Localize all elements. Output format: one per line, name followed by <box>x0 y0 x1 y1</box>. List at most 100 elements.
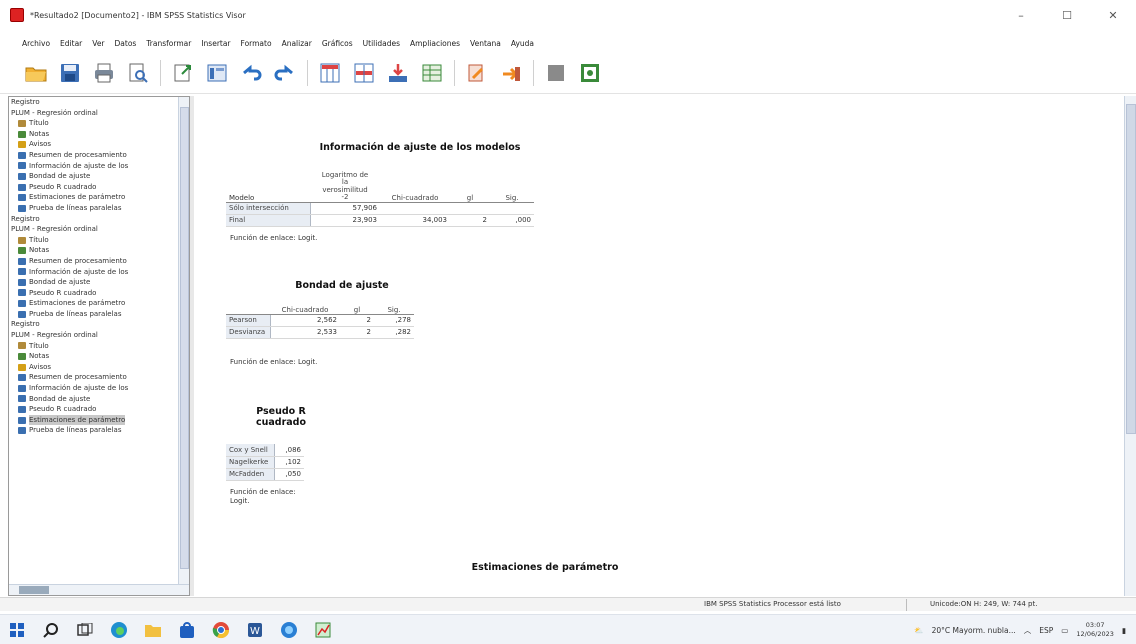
menu-editar[interactable]: Editar <box>60 39 82 48</box>
outline-item[interactable]: Información de ajuste de los <box>9 383 179 394</box>
outline-item[interactable]: Pseudo R cuadrado <box>9 182 179 193</box>
model-fit-table[interactable]: Modelo Logaritmo de la verosimilitud -2 … <box>226 162 534 227</box>
outline-scroll-thumb[interactable] <box>180 107 189 569</box>
outline-vertical-scrollbar[interactable] <box>178 97 189 585</box>
variables-icon[interactable] <box>384 59 412 87</box>
outline-item[interactable]: PLUM - Regresión ordinal <box>9 330 179 341</box>
file-explorer-icon[interactable] <box>136 615 170 644</box>
cell-gl: 2 <box>340 314 374 327</box>
store-icon[interactable] <box>170 615 204 644</box>
menu-ver[interactable]: Ver <box>92 39 104 48</box>
menu-ventana[interactable]: Ventana <box>470 39 501 48</box>
outline-item[interactable]: Información de ajuste de los <box>9 161 179 172</box>
save-icon[interactable] <box>56 59 84 87</box>
outline-item[interactable]: Estimaciones de parámetro <box>9 414 179 426</box>
recall-dialog-icon[interactable] <box>203 59 231 87</box>
pane-splitter[interactable] <box>190 96 194 596</box>
goto-case-icon[interactable] <box>350 59 378 87</box>
maximize-button[interactable]: ☐ <box>1044 0 1090 30</box>
outline-item[interactable]: Estimaciones de parámetro <box>9 298 179 309</box>
menu-analizar[interactable]: Analizar <box>282 39 312 48</box>
outline-item[interactable]: Resumen de procesamiento <box>9 150 179 161</box>
export-icon[interactable] <box>169 59 197 87</box>
outline-item[interactable]: Avisos <box>9 139 179 150</box>
print-preview-icon[interactable] <box>124 59 152 87</box>
outline-item[interactable]: Notas <box>9 245 179 256</box>
menu-datos[interactable]: Datos <box>115 39 137 48</box>
outline-item[interactable]: Título <box>9 341 179 352</box>
table-icon <box>18 257 26 265</box>
outline-item-label: Notas <box>29 246 50 255</box>
outline-horizontal-scrollbar[interactable] <box>9 584 189 595</box>
outline-item[interactable]: Bondad de ajuste <box>9 171 179 182</box>
undo-icon[interactable] <box>237 59 265 87</box>
menu-ayuda[interactable]: Ayuda <box>511 39 534 48</box>
notification-icon[interactable]: ▮ <box>1122 626 1126 635</box>
pseudo-r2-table[interactable]: Cox y Snell ,086 Nagelkerke ,102 McFadde… <box>226 444 304 481</box>
show-icon[interactable] <box>576 59 604 87</box>
chrome-icon[interactable] <box>204 615 238 644</box>
designate-window-icon[interactable] <box>497 59 525 87</box>
weather-icon[interactable]: ⛅ <box>914 626 923 635</box>
redo-icon[interactable] <box>271 59 299 87</box>
table-icon <box>18 384 26 392</box>
outline-item[interactable]: Pseudo R cuadrado <box>9 288 179 299</box>
outline-item[interactable]: Registro <box>9 319 179 330</box>
word-icon[interactable]: W <box>238 615 272 644</box>
menu-utilidades[interactable]: Utilidades <box>363 39 400 48</box>
menu-insertar[interactable]: Insertar <box>201 39 230 48</box>
outline-item[interactable]: Título <box>9 235 179 246</box>
menu-graficos[interactable]: Gráficos <box>322 39 353 48</box>
goto-data-icon[interactable] <box>316 59 344 87</box>
goodness-title: Bondad de ajuste <box>295 280 389 291</box>
open-icon[interactable] <box>22 59 50 87</box>
table-icon <box>18 416 26 424</box>
clock[interactable]: 03:07 12/06/2023 <box>1076 621 1113 639</box>
outline-item[interactable]: Pseudo R cuadrado <box>9 404 179 415</box>
spss-taskbar-icon[interactable] <box>306 615 340 644</box>
menu-transformar[interactable]: Transformar <box>146 39 191 48</box>
outline-item[interactable]: Registro <box>9 97 179 108</box>
minimize-button[interactable]: – <box>998 0 1044 30</box>
menu-ampliaciones[interactable]: Ampliaciones <box>410 39 460 48</box>
outline-item[interactable]: Avisos <box>9 362 179 373</box>
viewer-vertical-scrollbar[interactable] <box>1124 96 1136 596</box>
goodness-table[interactable]: Chi-cuadrado gl Sig. Pearson 2,562 2 ,27… <box>226 302 414 339</box>
insert-table-icon[interactable] <box>418 59 446 87</box>
edge-browser-icon[interactable] <box>102 615 136 644</box>
task-view-icon[interactable] <box>68 615 102 644</box>
outline-item[interactable]: Notas <box>9 129 179 140</box>
menu-archivo[interactable]: Archivo <box>22 39 50 48</box>
outline-item[interactable]: Notas <box>9 351 179 362</box>
viewer-scroll-thumb[interactable] <box>1126 104 1136 434</box>
outline-item[interactable]: Resumen de procesamiento <box>9 256 179 267</box>
windows-start-icon[interactable] <box>0 615 34 644</box>
row-label: Pearson <box>226 314 271 327</box>
outline-item[interactable]: Información de ajuste de los <box>9 267 179 278</box>
insert-chart-icon[interactable] <box>463 59 491 87</box>
toolbar-separator <box>533 59 534 86</box>
outline-hscroll-thumb[interactable] <box>19 586 49 594</box>
search-icon[interactable] <box>34 615 68 644</box>
close-button[interactable]: ✕ <box>1090 0 1136 30</box>
outline-item[interactable]: Prueba de líneas paralelas <box>9 425 179 436</box>
outline-item[interactable]: Bondad de ajuste <box>9 394 179 405</box>
weather-text[interactable]: 20°C Mayorm. nubla... <box>932 626 1016 635</box>
outline-item[interactable]: Registro <box>9 214 179 225</box>
outline-item[interactable]: Prueba de líneas paralelas <box>9 309 179 320</box>
hide-icon[interactable] <box>542 59 570 87</box>
language-indicator[interactable]: ESP <box>1039 626 1053 635</box>
tray-chevron-up-icon[interactable]: ︿ <box>1024 625 1032 636</box>
cell-sig: ,000 <box>490 214 534 227</box>
outline-item[interactable]: PLUM - Regresión ordinal <box>9 224 179 235</box>
outline-item[interactable]: Estimaciones de parámetro <box>9 192 179 203</box>
menu-formato[interactable]: Formato <box>241 39 272 48</box>
outline-item[interactable]: PLUM - Regresión ordinal <box>9 108 179 119</box>
outline-item[interactable]: Resumen de procesamiento <box>9 372 179 383</box>
browser-globe-icon[interactable] <box>272 615 306 644</box>
network-icon[interactable]: ▭ <box>1061 626 1068 635</box>
outline-item[interactable]: Bondad de ajuste <box>9 277 179 288</box>
print-icon[interactable] <box>90 59 118 87</box>
outline-item[interactable]: Título <box>9 118 179 129</box>
outline-item[interactable]: Prueba de líneas paralelas <box>9 203 179 214</box>
